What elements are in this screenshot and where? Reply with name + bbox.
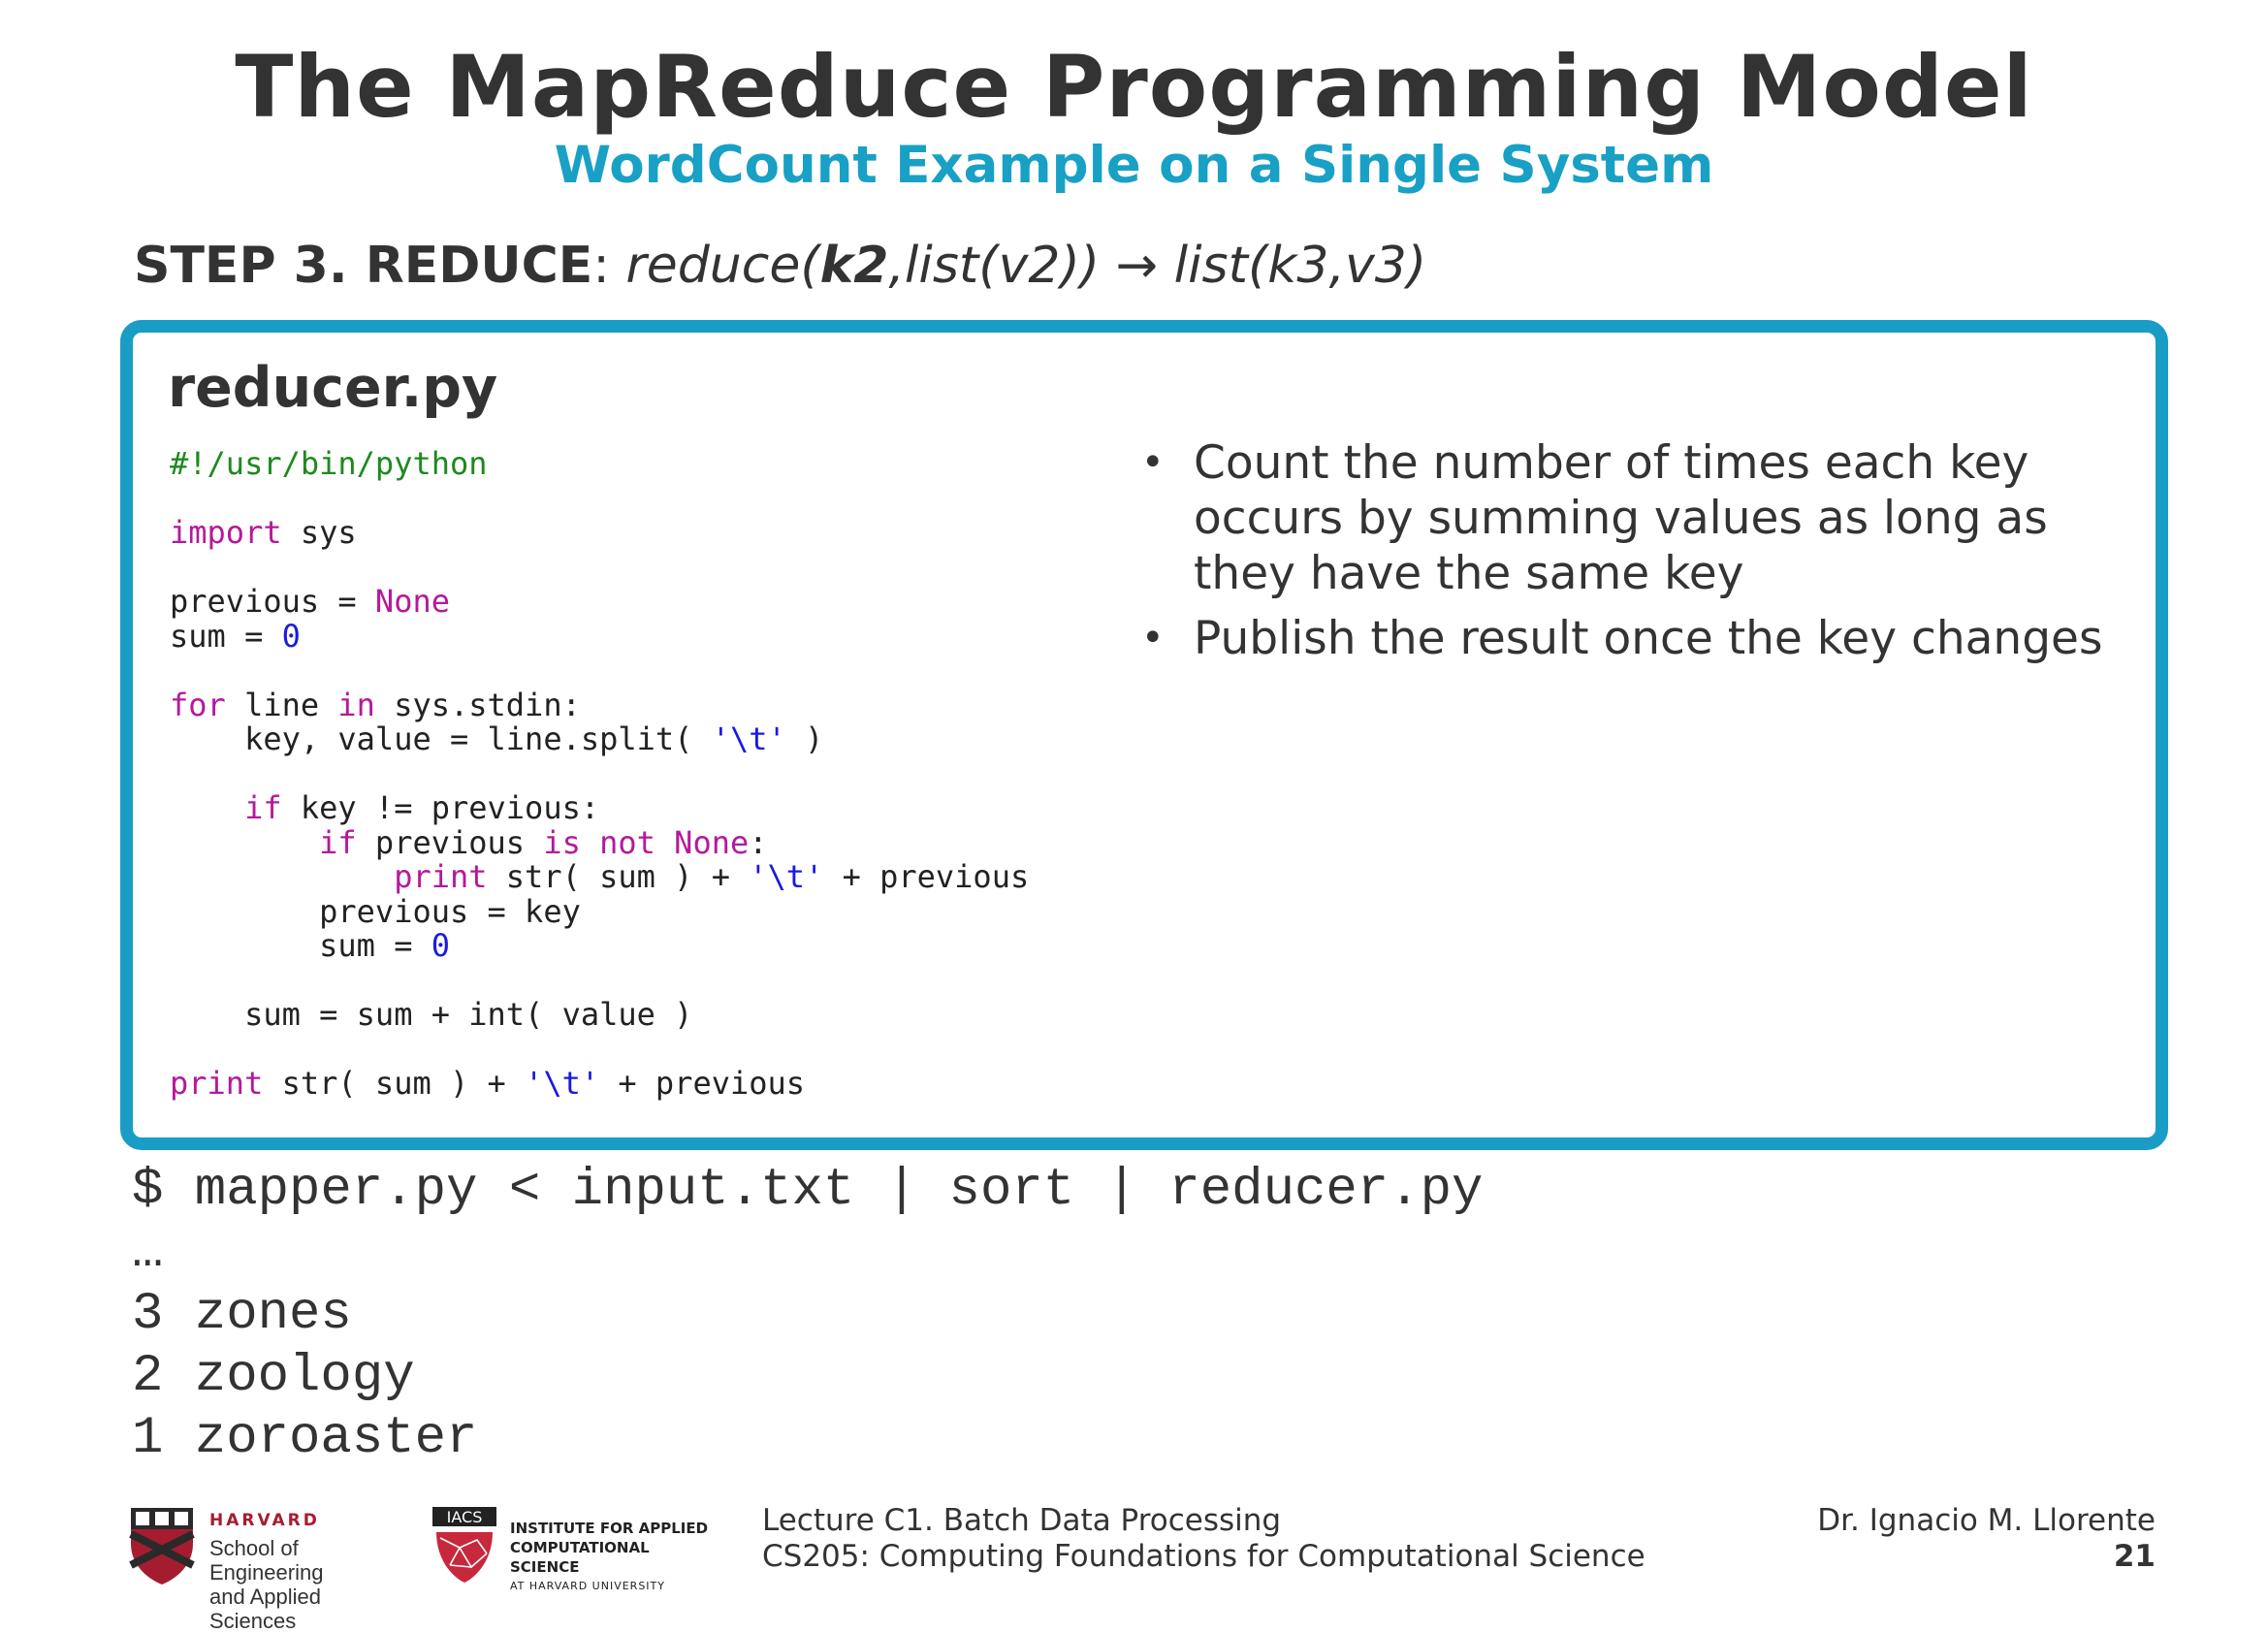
code-line: print str( sum ) + '\t' + previous	[170, 1065, 805, 1102]
formula-post: ,list(v2)) → list(k3,v3)	[888, 237, 1427, 295]
code-line: key, value = line.split( '\t' )	[170, 720, 823, 757]
code-token: in	[337, 686, 375, 723]
step-label: STEP 3. REDUCE	[134, 237, 593, 295]
bullet-dot-icon: •	[1141, 440, 1165, 485]
code-token: sum =	[170, 617, 282, 655]
code-line: print str( sum ) + '\t' + previous	[170, 858, 1029, 895]
code-line: sum = sum + int( value )	[170, 996, 692, 1033]
bullet-dot-icon: •	[1141, 616, 1165, 660]
step-separator: :	[592, 237, 626, 295]
code-token: '\t'	[525, 1065, 600, 1102]
reducer-code: #!/usr/bin/python import sys previous = …	[170, 445, 1029, 1102]
explanation-list: • Count the number of times each key occu…	[1141, 435, 2121, 676]
slide-title: The MapReduce Programming Model	[235, 37, 2033, 137]
code-line: sum = 0	[170, 618, 301, 655]
code-token: #!/usr/bin/python	[170, 445, 488, 482]
code-token: '\t'	[711, 720, 786, 757]
iacs-line: COMPUTATIONAL SCIENCE	[510, 1539, 650, 1576]
bullet-text: Count the number of times each key occur…	[1194, 436, 2048, 600]
iacs-line: AT HARVARD UNIVERSITY	[510, 1580, 665, 1592]
code-token: sum = sum + int( value )	[170, 996, 693, 1033]
code-line: #!/usr/bin/python	[170, 445, 488, 482]
code-line: previous = None	[170, 583, 450, 620]
author-name: Dr. Ignacio M. Llorente	[1817, 1503, 2156, 1538]
code-token: previous = key	[170, 892, 581, 930]
code-token: key, value = line.split(	[170, 720, 712, 757]
code-token: line	[225, 686, 338, 723]
iacs-name: INSTITUTE FOR APPLIED COMPUTATIONAL SCIE…	[510, 1519, 721, 1596]
slide-subtitle: WordCount Example on a Single System	[554, 136, 1714, 195]
code-token: if	[319, 823, 357, 861]
code-token: sys.stdin:	[374, 686, 581, 723]
iacs-logo: IACS INSTITUTE FOR APPLIED COMPUTATIONAL…	[431, 1505, 721, 1592]
bullet-item: • Publish the result once the key changes	[1141, 611, 2121, 666]
code-token: + previous	[823, 858, 1030, 895]
reducer-panel: reducer.py #!/usr/bin/python import sys …	[120, 320, 2168, 1150]
harvard-shield-icon	[129, 1508, 195, 1585]
code-token: if	[244, 789, 282, 826]
code-token: sys	[281, 514, 357, 551]
file-name: reducer.py	[168, 356, 498, 420]
page-number: 21	[2113, 1539, 2156, 1574]
code-token: :	[749, 823, 768, 861]
iacs-badge: IACS	[447, 1508, 483, 1526]
result-line: 2 zoology	[132, 1347, 415, 1406]
seas-logo: HARVARD School of Engineering and Applie…	[128, 1505, 409, 1633]
code-token: print	[394, 858, 488, 895]
code-token: sum =	[170, 927, 431, 964]
seas-line: and Applied Sciences	[209, 1585, 321, 1633]
harvard-label: HARVARD	[209, 1511, 320, 1530]
terminal-command: $ mapper.py < input.txt | sort | reducer…	[132, 1161, 1484, 1220]
formula-pre: reduce(	[625, 237, 820, 295]
footer: HARVARD School of Engineering and Applie…	[0, 1501, 2268, 1633]
code-token: previous	[356, 823, 544, 861]
formula-key: k2	[819, 237, 889, 295]
result-line: 1 zoroaster	[132, 1409, 478, 1468]
code-token: previous =	[170, 583, 375, 620]
terminal-output: $ mapper.py < input.txt | sort | reducer…	[132, 1160, 1483, 1470]
seas-line: School of Engineering	[209, 1536, 324, 1585]
iacs-brain-icon: IACS	[432, 1507, 496, 1583]
terminal-ellipsis: …	[132, 1223, 164, 1282]
code-token: str( sum ) +	[487, 858, 750, 895]
author-info: Dr. Ignacio M. Llorente 21	[1817, 1503, 2156, 1575]
code-line: if previous is not None:	[170, 823, 768, 861]
code-token: 0	[431, 927, 450, 964]
result-line: 3 zones	[132, 1285, 352, 1344]
code-token: is not None	[543, 823, 750, 861]
code-token: + previous	[599, 1065, 806, 1102]
code-token: import	[170, 514, 282, 551]
code-token: print	[170, 1065, 264, 1102]
bullet-item: • Count the number of times each key occu…	[1141, 435, 2121, 601]
code-token: None	[374, 583, 450, 620]
code-token: key != previous:	[281, 789, 600, 826]
course-title: CS205: Computing Foundations for Computa…	[762, 1539, 1645, 1574]
code-line: previous = key	[170, 893, 581, 930]
code-line: if key != previous:	[170, 789, 599, 826]
code-line: sum = 0	[170, 927, 450, 964]
code-line: import sys	[170, 514, 357, 551]
step-heading: STEP 3. REDUCE: reduce(k2,list(v2)) → li…	[134, 237, 1426, 295]
code-token: 0	[281, 617, 301, 655]
code-token: )	[785, 720, 824, 757]
code-token: '\t'	[749, 858, 824, 895]
lecture-title: Lecture C1. Batch Data Processing	[762, 1503, 1282, 1538]
code-token: str( sum ) +	[263, 1065, 526, 1102]
lecture-info: Lecture C1. Batch Data Processing CS205:…	[762, 1503, 1645, 1575]
code-token: for	[170, 686, 226, 723]
bullet-text: Publish the result once the key changes	[1194, 612, 2103, 665]
code-line: for line in sys.stdin:	[170, 687, 581, 723]
iacs-line: INSTITUTE FOR APPLIED	[510, 1520, 709, 1537]
reduce-signature: reduce(k2,list(v2)) → list(k3,v3)	[625, 237, 1426, 295]
seas-name: School of Engineering and Applied Scienc…	[209, 1536, 409, 1633]
